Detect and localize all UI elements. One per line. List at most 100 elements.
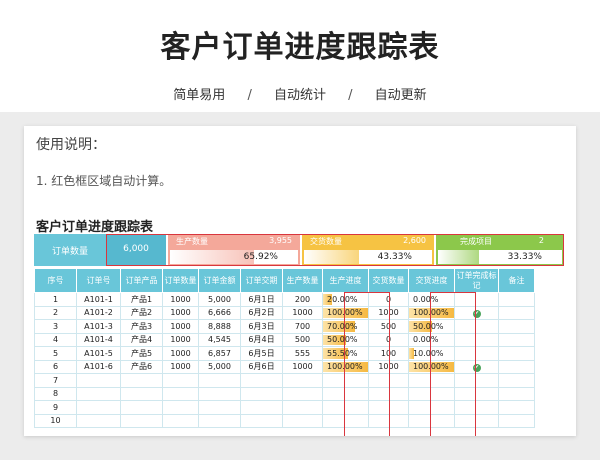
cell-date[interactable] — [240, 400, 283, 415]
cell-amount[interactable] — [198, 413, 241, 428]
cell-product[interactable] — [120, 413, 163, 428]
subtitle-tags: 简单易用 / 自动统计 / 自动更新 — [0, 84, 600, 103]
cell-prod[interactable] — [282, 413, 323, 428]
cell-qty[interactable] — [162, 373, 199, 388]
cell-amount[interactable]: 6,666 — [198, 305, 241, 320]
cell-no[interactable]: 8 — [34, 386, 77, 401]
cell-product[interactable]: 产品5 — [120, 346, 163, 361]
tag-auto-update: 自动更新 — [374, 88, 427, 103]
cell-no[interactable]: 7 — [34, 373, 77, 388]
cell-order[interactable]: A101-3 — [76, 319, 121, 334]
column-header: 生产进度 — [322, 268, 369, 293]
cell-note[interactable] — [498, 319, 535, 334]
cell-prod[interactable] — [282, 400, 323, 415]
cell-no[interactable]: 5 — [34, 346, 77, 361]
cell-order[interactable] — [76, 373, 121, 388]
cell-no[interactable]: 3 — [34, 319, 77, 334]
cell-no[interactable]: 10 — [34, 413, 77, 428]
cell-prod[interactable]: 1000 — [282, 359, 323, 374]
cell-note[interactable] — [498, 400, 535, 415]
cell-amount[interactable] — [198, 373, 241, 388]
cell-product[interactable]: 产品1 — [120, 292, 163, 307]
cell-note[interactable] — [498, 332, 535, 347]
cell-date[interactable] — [240, 373, 283, 388]
cell-product[interactable]: 产品2 — [120, 305, 163, 320]
cell-date[interactable] — [240, 413, 283, 428]
cell-prod[interactable]: 1000 — [282, 305, 323, 320]
column-header: 序号 — [34, 268, 77, 293]
cell-note[interactable] — [498, 305, 535, 320]
usage-title: 使用说明： — [36, 137, 106, 153]
cell-note[interactable] — [498, 359, 535, 374]
cell-product[interactable] — [120, 386, 163, 401]
cell-prod[interactable]: 700 — [282, 319, 323, 334]
cell-date[interactable]: 6月4日 — [240, 332, 283, 347]
cell-no[interactable]: 4 — [34, 332, 77, 347]
cell-note[interactable] — [498, 346, 535, 361]
cell-qty[interactable]: 1000 — [162, 359, 199, 374]
cell-note[interactable] — [498, 292, 535, 307]
cell-date[interactable]: 6月6日 — [240, 359, 283, 374]
cell-order[interactable]: A101-2 — [76, 305, 121, 320]
cell-prod[interactable]: 200 — [282, 292, 323, 307]
progress-text: 70.00% — [327, 321, 358, 331]
cell-prod[interactable]: 500 — [282, 332, 323, 347]
cell-date[interactable]: 6月5日 — [240, 346, 283, 361]
cell-prod[interactable]: 555 — [282, 346, 323, 361]
cell-prod[interactable] — [282, 373, 323, 388]
cell-no[interactable]: 9 — [34, 400, 77, 415]
column-header: 交货进度 — [408, 268, 455, 293]
cell-qty[interactable] — [162, 400, 199, 415]
cell-order[interactable] — [76, 400, 121, 415]
cell-date[interactable]: 6月2日 — [240, 305, 283, 320]
cell-qty[interactable]: 1000 — [162, 292, 199, 307]
cell-order[interactable] — [76, 386, 121, 401]
cell-qty[interactable]: 1000 — [162, 319, 199, 334]
cell-amount[interactable]: 4,545 — [198, 332, 241, 347]
cell-order[interactable]: A101-4 — [76, 332, 121, 347]
cell-product[interactable]: 产品4 — [120, 332, 163, 347]
progress-text: 0.00% — [413, 294, 439, 304]
cell-order[interactable]: A101-1 — [76, 292, 121, 307]
cell-date[interactable]: 6月3日 — [240, 319, 283, 334]
cell-note[interactable] — [498, 373, 535, 388]
cell-product[interactable]: 产品3 — [120, 319, 163, 334]
spreadsheet-preview: 使用说明： 1. 红色框区域自动计算。 客户订单进度跟踪表 订单数量 6,000… — [24, 126, 576, 436]
cell-date[interactable] — [240, 386, 283, 401]
cell-no[interactable]: 2 — [34, 305, 77, 320]
cell-qty[interactable]: 1000 — [162, 305, 199, 320]
cell-product[interactable]: 产品6 — [120, 359, 163, 374]
usage-text: 1. 红色框区域自动计算。 — [36, 174, 172, 188]
tag-auto-stat: 自动统计 — [273, 88, 326, 103]
cell-order[interactable]: A101-6 — [76, 359, 121, 374]
column-header: 备注 — [498, 268, 535, 293]
progress-text: 10.00% — [413, 348, 444, 358]
cell-no[interactable]: 1 — [34, 292, 77, 307]
cell-amount[interactable]: 5,000 — [198, 359, 241, 374]
page-title: 客户订单进度跟踪表 — [160, 30, 440, 65]
cell-prod[interactable] — [282, 386, 323, 401]
column-header: 订单产品 — [120, 268, 163, 293]
cell-qty[interactable] — [162, 386, 199, 401]
cell-qty[interactable] — [162, 413, 199, 428]
cell-amount[interactable]: 8,888 — [198, 319, 241, 334]
cell-order[interactable] — [76, 413, 121, 428]
cell-note[interactable] — [498, 386, 535, 401]
cell-qty[interactable]: 1000 — [162, 346, 199, 361]
cell-amount[interactable] — [198, 400, 241, 415]
cell-note[interactable] — [498, 413, 535, 428]
tag-easy: 简单易用 — [173, 88, 226, 103]
cell-product[interactable] — [120, 400, 163, 415]
cell-order[interactable]: A101-5 — [76, 346, 121, 361]
column-header: 订单金额 — [198, 268, 241, 293]
cell-no[interactable]: 6 — [34, 359, 77, 374]
cell-date[interactable]: 6月1日 — [240, 292, 283, 307]
progress-text: 100.00% — [413, 362, 449, 372]
cell-amount[interactable] — [198, 386, 241, 401]
cell-qty[interactable]: 1000 — [162, 332, 199, 347]
cell-amount[interactable]: 5,000 — [198, 292, 241, 307]
cell-product[interactable] — [120, 373, 163, 388]
progress-text: 100.00% — [327, 362, 363, 372]
summary-order-label: 订单数量 — [34, 234, 106, 266]
cell-amount[interactable]: 6,857 — [198, 346, 241, 361]
